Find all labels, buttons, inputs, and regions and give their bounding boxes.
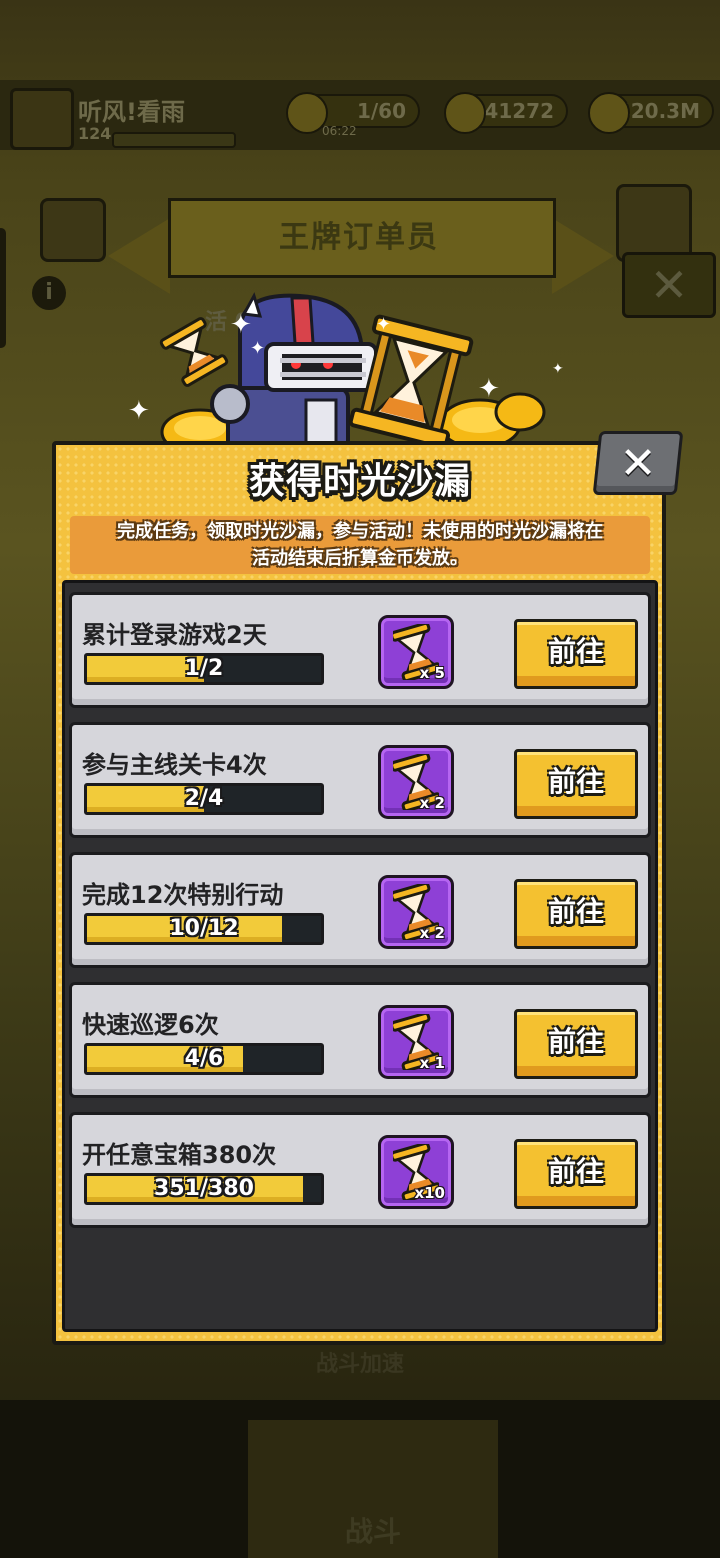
- reward-quantity: x 5: [419, 664, 445, 682]
- go-button[interactable]: 前往: [514, 619, 638, 689]
- banner-ribbon-left: [108, 218, 170, 294]
- task-name: 开任意宝箱380次: [82, 1141, 277, 1169]
- modal-description: 完成任务，领取时光沙漏，参与活动！未使用的时光沙漏将在 活动结束后折算金币发放。: [70, 518, 650, 572]
- menu-list-icon[interactable]: [40, 198, 106, 262]
- cash-icon: [444, 92, 486, 134]
- go-button[interactable]: 前往: [514, 1139, 638, 1209]
- task-progress-bar: 4/6: [84, 1043, 324, 1075]
- event-close-button[interactable]: ✕: [622, 252, 716, 318]
- task-progress-text: 10/12: [169, 916, 239, 941]
- task-name: 累计登录游戏2天: [82, 621, 267, 649]
- task-progress-bar: 351/380: [84, 1173, 324, 1205]
- go-button-label: 前往: [547, 895, 604, 928]
- cash-value: 41272: [484, 99, 554, 123]
- task-progress-text: 4/6: [184, 1046, 224, 1071]
- go-button-label: 前往: [547, 765, 604, 798]
- battle-speed-label: 战斗加速: [315, 1352, 404, 1377]
- sparkle-icon: ✦: [250, 338, 266, 359]
- go-button[interactable]: 前往: [514, 749, 638, 819]
- sparkle-icon: ✦: [128, 396, 150, 426]
- event-banner-title: 王牌订单员: [279, 220, 439, 255]
- info-icon[interactable]: i: [32, 276, 66, 310]
- go-button[interactable]: 前往: [514, 1009, 638, 1079]
- modal-description-line: 完成任务，领取时光沙漏，参与活动！未使用的时光沙漏将在: [117, 521, 603, 542]
- energy-counter[interactable]: 1/60: [286, 92, 420, 134]
- modal-description-line: 活动结束后折算金币发放。: [252, 548, 468, 569]
- reward-quantity: x 2: [419, 924, 445, 942]
- go-button-label: 前往: [547, 1025, 604, 1058]
- reward-quantity: x 2: [419, 794, 445, 812]
- task-row: 快速巡逻6次 4/6 x 1 前往: [69, 982, 651, 1098]
- player-level: 124: [78, 124, 112, 143]
- task-name: 完成12次特别行动: [82, 881, 284, 909]
- task-progress-bar: 1/2: [84, 653, 324, 685]
- player-name: 听风!看雨: [78, 98, 185, 126]
- task-progress-bar: 10/12: [84, 913, 324, 945]
- reward-hourglass-tile[interactable]: x 1: [378, 1005, 454, 1079]
- sparkle-icon: ✦: [230, 310, 252, 340]
- task-progress-text: 2/4: [184, 786, 224, 811]
- reward-hourglass-tile[interactable]: x10: [378, 1135, 454, 1209]
- task-row: 完成12次特别行动 10/12 x 2 前往: [69, 852, 651, 968]
- task-progress-text: 351/380: [154, 1176, 254, 1201]
- sparkle-icon: ✦: [552, 361, 564, 377]
- task-row: 累计登录游戏2天 1/2 x 5 前往: [69, 592, 651, 708]
- gold-coin-icon: [588, 92, 630, 134]
- task-row: 开任意宝箱380次 351/380 x10 前往: [69, 1112, 651, 1228]
- reward-quantity: x10: [414, 1184, 445, 1202]
- modal-close-button[interactable]: ✕: [592, 431, 684, 495]
- reward-hourglass-tile[interactable]: x 2: [378, 875, 454, 949]
- player-avatar[interactable]: [10, 88, 74, 150]
- player-exp-bar: [112, 132, 236, 148]
- gold-counter[interactable]: 420.3M: [588, 92, 714, 134]
- cash-counter[interactable]: 41272: [444, 92, 568, 134]
- banner-ribbon-right: [552, 218, 614, 294]
- energy-value: 1/60: [356, 99, 406, 123]
- reward-hourglass-tile[interactable]: x 5: [378, 615, 454, 689]
- go-button[interactable]: 前往: [514, 879, 638, 949]
- reward-quantity: x 1: [419, 1054, 445, 1072]
- close-icon: ✕: [619, 437, 657, 489]
- go-button-label: 前往: [547, 635, 604, 668]
- sparkle-icon: ✦: [376, 314, 392, 335]
- go-button-label: 前往: [547, 1155, 604, 1188]
- shield-icon[interactable]: [616, 184, 692, 262]
- task-row: 参与主线关卡4次 2/4 x 2 前往: [69, 722, 651, 838]
- task-name: 参与主线关卡4次: [82, 751, 267, 779]
- energy-timer: 06:22: [322, 124, 357, 138]
- side-tab-left: [0, 228, 6, 348]
- task-progress-bar: 2/4: [84, 783, 324, 815]
- bottom-nav-battle-label: 战斗: [344, 1515, 401, 1548]
- task-name: 快速巡逻6次: [82, 1011, 219, 1039]
- sparkle-icon: ✦: [478, 374, 500, 404]
- reward-hourglass-tile[interactable]: x 2: [378, 745, 454, 819]
- task-progress-text: 1/2: [184, 656, 224, 681]
